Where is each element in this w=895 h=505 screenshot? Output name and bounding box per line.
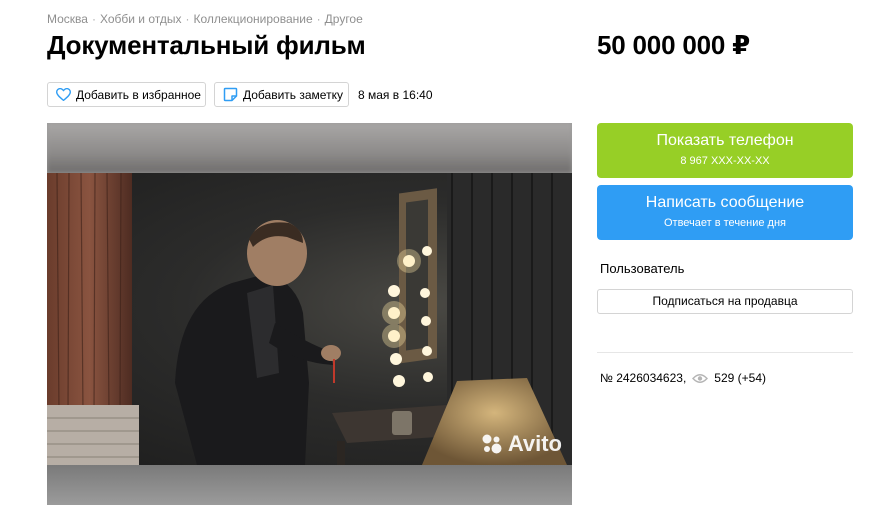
watermark-text: Avito — [507, 431, 562, 456]
show-phone-button[interactable]: Показать телефон 8 967 XXX-XX-XX — [597, 123, 853, 178]
avito-watermark: Avito — [481, 431, 562, 457]
listing-page: Москва · Хобби и отдых · Коллекционирование ·… — [0, 0, 895, 505]
breadcrumb-item-other[interactable]: Другое — [325, 12, 363, 26]
seller-name[interactable]: Пользователь — [600, 261, 684, 276]
breadcrumb-item-collecting[interactable]: Коллекционирование — [193, 12, 312, 26]
masked-phone-number: 8 967 XXX-XX-XX — [680, 155, 770, 167]
add-note-label: Добавить заметку — [243, 87, 343, 102]
eye-icon — [692, 373, 709, 384]
photo-blur-top — [47, 123, 572, 173]
listing-meta: № 2426034623, 529 (+54) — [600, 371, 766, 385]
add-to-favorites-label: Добавить в избранное — [76, 87, 201, 102]
show-phone-label: Показать телефон — [656, 132, 794, 149]
write-message-label: Написать сообщение — [645, 194, 805, 211]
breadcrumb-separator: · — [316, 12, 321, 26]
breadcrumb-item-hobby[interactable]: Хобби и отдых — [100, 12, 182, 26]
add-note-button[interactable]: Добавить заметку — [214, 82, 349, 107]
breadcrumb: Москва · Хобби и отдых · Коллекционирование ·… — [47, 12, 363, 26]
publication-date: 8 мая в 16:40 — [358, 88, 433, 102]
breadcrumb-separator: · — [91, 12, 96, 26]
response-time-hint: Отвечает в течение дня — [663, 217, 787, 229]
photo-blur-bottom — [47, 465, 572, 505]
page-title: Документальный фильм — [47, 30, 366, 60]
price: 50 000 000 ₽ — [597, 30, 751, 60]
note-icon — [223, 87, 238, 102]
photo-illustration — [47, 173, 572, 465]
divider — [597, 352, 853, 353]
write-message-button[interactable]: Написать сообщение Отвечает в течение дн… — [597, 185, 853, 240]
breadcrumb-separator: · — [185, 12, 190, 26]
photo-scene — [47, 173, 572, 465]
subscribe-seller-button[interactable]: Подписаться на продавца — [597, 289, 853, 314]
view-count: 529 (+54) — [714, 371, 766, 385]
listing-id: № 2426034623, — [600, 371, 687, 385]
add-to-favorites-button[interactable]: Добавить в избранное — [47, 82, 206, 107]
breadcrumb-item-city[interactable]: Москва — [47, 12, 88, 26]
heart-icon — [56, 88, 71, 101]
avito-logo-icon — [482, 434, 502, 454]
listing-photo[interactable]: Avito — [47, 123, 572, 505]
